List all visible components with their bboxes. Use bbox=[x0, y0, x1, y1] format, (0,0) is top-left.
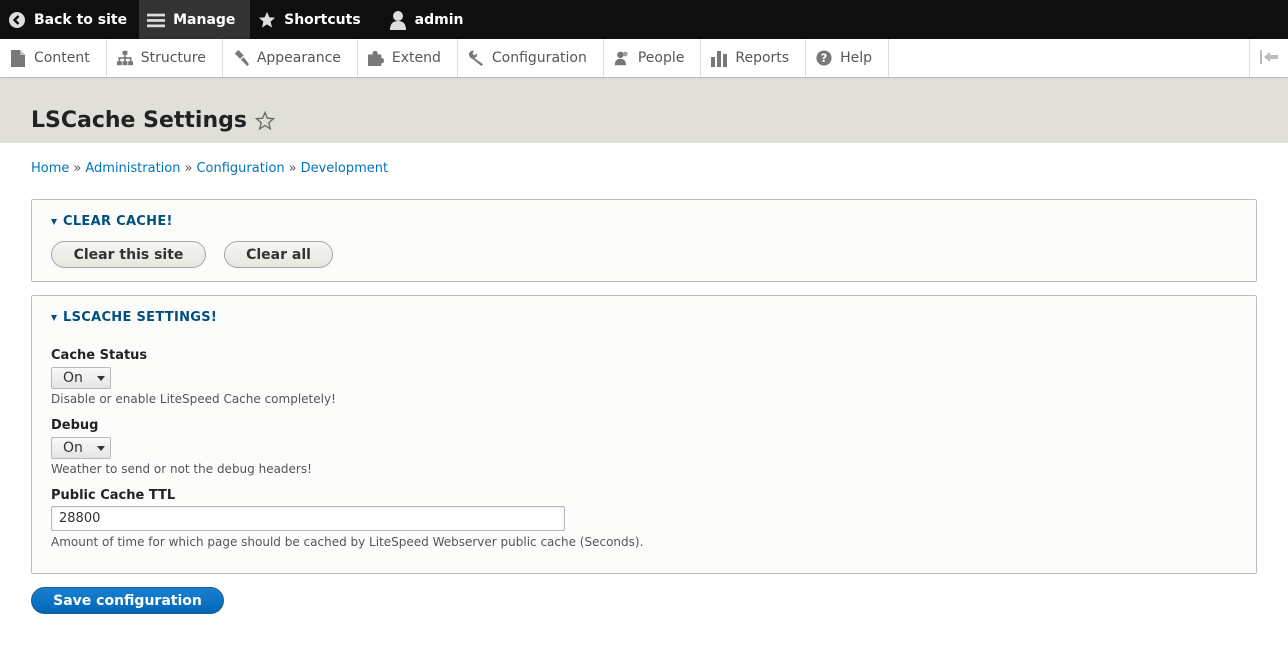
clear-all-button[interactable]: Clear all bbox=[224, 241, 333, 268]
tray-item-label: People bbox=[637, 50, 685, 66]
lscache-settings-fieldset: LSCACHE SETTINGS! Cache Status On Disabl… bbox=[31, 295, 1257, 574]
back-arrow-icon bbox=[8, 11, 26, 29]
breadcrumb-configuration[interactable]: Configuration bbox=[196, 161, 284, 176]
tray-item-label: Reports bbox=[735, 50, 790, 66]
tray-item-label: Appearance bbox=[256, 50, 341, 66]
tray-item-label: Structure bbox=[140, 50, 206, 66]
chevron-down-icon bbox=[97, 446, 105, 451]
tray-item-label: Help bbox=[840, 50, 872, 66]
lscache-settings-legend-text: LSCACHE SETTINGS! bbox=[63, 310, 218, 325]
shortcuts-menu[interactable]: Shortcuts bbox=[250, 0, 381, 39]
debug-value: On bbox=[63, 440, 83, 456]
tray-item-content[interactable]: Content bbox=[0, 39, 107, 77]
tray-item-label: Configuration bbox=[491, 50, 587, 66]
puzzle-icon bbox=[367, 49, 384, 67]
collapse-triangle-icon bbox=[51, 314, 57, 321]
cache-status-value: On bbox=[63, 370, 83, 386]
clear-cache-fieldset: CLEAR CACHE! Clear this site Clear all bbox=[31, 199, 1257, 282]
people-icon bbox=[614, 49, 630, 67]
tray-item-help[interactable]: ? Help bbox=[806, 39, 889, 77]
cache-status-label: Cache Status bbox=[51, 348, 148, 363]
clear-this-site-button[interactable]: Clear this site bbox=[51, 241, 206, 268]
clear-cache-legend[interactable]: CLEAR CACHE! bbox=[51, 214, 173, 229]
breadcrumb: Home» Administration» Configuration» Develo… bbox=[31, 161, 389, 176]
wrench-icon bbox=[468, 49, 484, 67]
public-cache-ttl-value: 28800 bbox=[59, 511, 101, 526]
hamburger-icon bbox=[147, 11, 166, 29]
public-cache-ttl-label: Public Cache TTL bbox=[51, 488, 176, 503]
bar-chart-icon bbox=[711, 49, 728, 67]
shortcut-star-icon[interactable] bbox=[254, 110, 275, 131]
tray-item-label: Content bbox=[34, 50, 90, 66]
admin-toolbar: Back to site Manage Shortcuts admin bbox=[0, 0, 1288, 39]
collapse-triangle-icon bbox=[51, 218, 57, 225]
page-title: LSCache Settings bbox=[31, 108, 275, 133]
debug-select[interactable]: On bbox=[51, 437, 111, 459]
tray-item-reports[interactable]: Reports bbox=[701, 39, 807, 77]
user-icon bbox=[389, 10, 407, 30]
breadcrumb-home[interactable]: Home bbox=[31, 161, 69, 176]
public-cache-ttl-input[interactable]: 28800 bbox=[51, 506, 565, 531]
manage-menu[interactable]: Manage bbox=[139, 0, 251, 39]
page-title-text: LSCache Settings bbox=[31, 108, 247, 133]
sitemap-icon bbox=[116, 49, 133, 67]
breadcrumb-development[interactable]: Development bbox=[301, 161, 389, 176]
debug-description: Weather to send or not the debug headers… bbox=[51, 462, 312, 476]
admin-tray: Content Structure Appearance Extend Conf… bbox=[0, 39, 1288, 78]
manage-label: Manage bbox=[173, 11, 236, 28]
tray-item-people[interactable]: People bbox=[604, 39, 702, 77]
save-configuration-button[interactable]: Save configuration bbox=[31, 587, 224, 614]
shortcuts-label: Shortcuts bbox=[284, 11, 361, 28]
tray-orientation-toggle[interactable] bbox=[1249, 39, 1288, 77]
cache-status-description: Disable or enable LiteSpeed Cache comple… bbox=[51, 392, 336, 406]
star-icon bbox=[258, 11, 276, 29]
back-to-site-link[interactable]: Back to site bbox=[0, 0, 139, 39]
file-icon bbox=[10, 49, 26, 67]
tray-item-structure[interactable]: Structure bbox=[107, 39, 223, 77]
clear-cache-legend-text: CLEAR CACHE! bbox=[63, 214, 173, 229]
user-label: admin bbox=[414, 11, 464, 28]
tray-item-configuration[interactable]: Configuration bbox=[458, 39, 604, 77]
tray-item-appearance[interactable]: Appearance bbox=[223, 39, 358, 77]
public-cache-ttl-description: Amount of time for which page should be … bbox=[51, 535, 644, 549]
breadcrumb-administration[interactable]: Administration bbox=[85, 161, 180, 176]
paintbrush-icon bbox=[233, 49, 249, 67]
tray-item-extend[interactable]: Extend bbox=[358, 39, 458, 77]
cache-status-select[interactable]: On bbox=[51, 367, 111, 389]
back-to-site-label: Back to site bbox=[34, 11, 128, 28]
tray-item-label: Extend bbox=[391, 50, 441, 66]
chevron-down-icon bbox=[97, 376, 105, 381]
help-icon: ? bbox=[816, 49, 832, 67]
lscache-settings-legend[interactable]: LSCACHE SETTINGS! bbox=[51, 310, 217, 325]
user-menu[interactable]: admin bbox=[381, 0, 474, 39]
debug-label: Debug bbox=[51, 418, 99, 433]
svg-text:?: ? bbox=[821, 51, 828, 65]
collapse-left-icon bbox=[1260, 49, 1278, 68]
